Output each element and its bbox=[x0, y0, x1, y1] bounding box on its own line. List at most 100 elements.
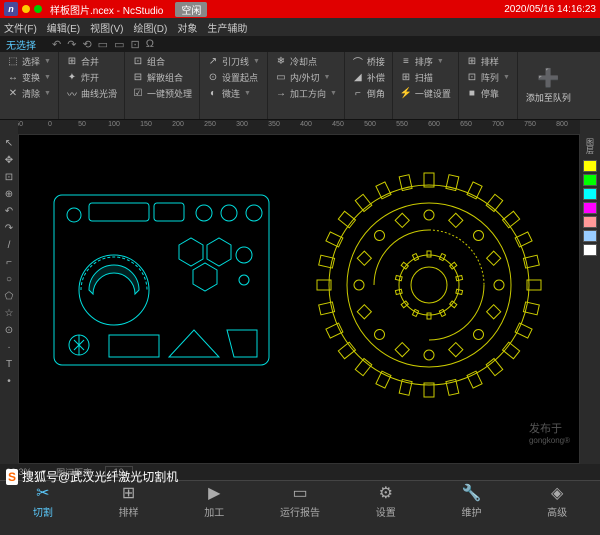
tool-⊕[interactable]: ⊕ bbox=[2, 187, 16, 201]
tool-⬠[interactable]: ⬠ bbox=[2, 289, 16, 303]
ribbon-加工方向[interactable]: →加工方向▼ bbox=[272, 86, 340, 101]
btab-icon: ◈ bbox=[551, 483, 563, 503]
ribbon-label: 阵列 bbox=[481, 71, 499, 84]
ribbon-炸开[interactable]: ✦炸开 bbox=[63, 70, 120, 85]
tool-✥[interactable]: ✥ bbox=[2, 153, 16, 167]
qi5-icon[interactable]: ▭ bbox=[114, 38, 124, 51]
qi3-icon[interactable]: ⟲ bbox=[82, 38, 91, 51]
watermark2-text: 发布于 bbox=[529, 420, 570, 436]
layer-swatch[interactable] bbox=[583, 188, 597, 200]
ribbon-一键设置[interactable]: ⚡一键设置 bbox=[397, 86, 454, 101]
dropdown-icon[interactable]: ▼ bbox=[44, 90, 51, 97]
ribbon-清除[interactable]: ✕清除▼ bbox=[4, 86, 54, 101]
dropdown-icon[interactable]: ▼ bbox=[44, 74, 51, 81]
menu-edit[interactable]: 编辑(E) bbox=[47, 20, 80, 35]
ribbon-icon: ⊞ bbox=[66, 56, 78, 68]
tool-/[interactable]: / bbox=[2, 238, 16, 252]
qi7-icon[interactable]: Ω bbox=[146, 38, 154, 51]
menu-object[interactable]: 对象 bbox=[177, 20, 197, 35]
menu-production[interactable]: 生产辅助 bbox=[207, 20, 247, 35]
bottom-tab-加工[interactable]: ▶加工 bbox=[171, 483, 257, 519]
dropdown-icon[interactable]: ▼ bbox=[503, 74, 510, 81]
ribbon-排样[interactable]: ⊞排样 bbox=[463, 54, 513, 69]
dropdown-icon[interactable]: ▼ bbox=[323, 74, 330, 81]
ribbon-冷却点[interactable]: ❄冷却点 bbox=[272, 54, 340, 69]
bottom-tab-切割[interactable]: ✂切割 bbox=[0, 483, 86, 519]
ribbon-tab[interactable]: 无选择 bbox=[6, 37, 36, 52]
dropdown-icon[interactable]: ▼ bbox=[44, 58, 51, 65]
ribbon-引刀线[interactable]: ↗引刀线▼ bbox=[204, 54, 263, 69]
ribbon-组合[interactable]: ⊡组合 bbox=[129, 54, 195, 69]
ribbon-label: 合并 bbox=[81, 55, 99, 68]
qi4-icon[interactable]: ▭ bbox=[98, 38, 108, 51]
undo-icon[interactable]: ↶ bbox=[52, 38, 61, 51]
ribbon-选择[interactable]: ⬚选择▼ bbox=[4, 54, 54, 69]
ribbon-排序[interactable]: ≡排序▼ bbox=[397, 54, 454, 69]
ribbon-label: 扫描 bbox=[415, 71, 433, 84]
bottom-tab-高级[interactable]: ◈高级 bbox=[514, 483, 600, 519]
ribbon-停靠[interactable]: ■停靠 bbox=[463, 86, 513, 101]
tool-·[interactable]: · bbox=[2, 340, 16, 354]
ribbon-内/外切[interactable]: ▭内/外切▼ bbox=[272, 70, 340, 85]
canvas[interactable] bbox=[18, 134, 580, 464]
ruler-tick: 650 bbox=[460, 121, 472, 128]
ribbon-label: 倒角 bbox=[367, 87, 385, 100]
dropdown-icon[interactable]: ▼ bbox=[253, 58, 260, 65]
menu-file[interactable]: 文件(F) bbox=[4, 20, 37, 35]
ribbon-桥接[interactable]: ⌒桥接 bbox=[349, 54, 388, 69]
tool-↶[interactable]: ↶ bbox=[2, 204, 16, 218]
tool-T[interactable]: T bbox=[2, 357, 16, 371]
ribbon-阵列[interactable]: ⊡阵列▼ bbox=[463, 70, 513, 85]
bottom-tab-设置[interactable]: ⚙设置 bbox=[343, 483, 429, 519]
watermark-sohu: S 搜狐号@武汉光纤激光切割机 bbox=[6, 468, 178, 485]
traffic-green-icon[interactable] bbox=[34, 5, 42, 13]
traffic-yellow-icon[interactable] bbox=[22, 5, 30, 13]
dropdown-icon[interactable]: ▼ bbox=[437, 58, 444, 65]
ruler-tick: 600 bbox=[428, 121, 440, 128]
tool-⊡[interactable]: ⊡ bbox=[2, 170, 16, 184]
bottom-tab-排样[interactable]: ⊞排样 bbox=[86, 483, 172, 519]
add-queue-icon: ➕ bbox=[537, 68, 559, 89]
tool-⌐[interactable]: ⌐ bbox=[2, 255, 16, 269]
bottom-tab-维护[interactable]: 🔧维护 bbox=[429, 483, 515, 519]
menu-draw[interactable]: 绘图(D) bbox=[133, 20, 167, 35]
ribbon-合并[interactable]: ⊞合并 bbox=[63, 54, 120, 69]
btab-icon: ⚙ bbox=[379, 483, 393, 503]
redo-icon[interactable]: ↷ bbox=[67, 38, 76, 51]
ribbon-设置起点[interactable]: ⊙设置起点 bbox=[204, 70, 263, 85]
layer-swatch[interactable] bbox=[583, 230, 597, 242]
qi6-icon[interactable]: ⊡ bbox=[130, 38, 139, 51]
tool-○[interactable]: ○ bbox=[2, 272, 16, 286]
ribbon-补偿[interactable]: ◢补偿 bbox=[349, 70, 388, 85]
ribbon-倒角[interactable]: ⌐倒角 bbox=[349, 86, 388, 101]
dropdown-icon[interactable]: ▼ bbox=[330, 90, 337, 97]
sohu-logo-icon: S bbox=[6, 469, 18, 485]
tool-↷[interactable]: ↷ bbox=[2, 221, 16, 235]
main-area: ↖ ✥ ⊡ ⊕ ↶ ↷ / ⌐ ○ ⬠ ☆ ⊙ · T • bbox=[0, 134, 600, 464]
ribbon-解散组合[interactable]: ⊟解散组合 bbox=[129, 70, 195, 85]
layer-swatch[interactable] bbox=[583, 160, 597, 172]
ribbon-一键预处理[interactable]: ☑一键预处理 bbox=[129, 86, 195, 101]
ribbon-扫描[interactable]: ⊞扫描 bbox=[397, 70, 454, 85]
layer-swatch[interactable] bbox=[583, 216, 597, 228]
tool-•[interactable]: • bbox=[2, 374, 16, 388]
tool-↖[interactable]: ↖ bbox=[2, 136, 16, 150]
layer-swatch[interactable] bbox=[583, 244, 597, 256]
ribbon-label: 停靠 bbox=[481, 87, 499, 100]
ruler-tick: -50 bbox=[18, 121, 23, 128]
layer-swatch[interactable] bbox=[583, 174, 597, 186]
ruler-tick: 400 bbox=[300, 121, 312, 128]
ribbon-header: 无选择 ↶ ↷ ⟲ ▭ ▭ ⊡ Ω bbox=[0, 36, 600, 52]
tool-⊙[interactable]: ⊙ bbox=[2, 323, 16, 337]
ribbon-变换[interactable]: ↔变换▼ bbox=[4, 70, 54, 85]
layer-swatch[interactable] bbox=[583, 202, 597, 214]
ribbon-微连[interactable]: ◐微连▼ bbox=[204, 86, 263, 101]
dropdown-icon[interactable]: ▼ bbox=[244, 90, 251, 97]
ribbon-icon: ⊟ bbox=[132, 72, 144, 84]
tool-☆[interactable]: ☆ bbox=[2, 306, 16, 320]
ribbon-icon: ⌒ bbox=[352, 56, 364, 68]
add-to-queue-button[interactable]: ➕添加至队列 bbox=[518, 52, 579, 119]
bottom-tab-运行报告[interactable]: ▭运行报告 bbox=[257, 483, 343, 519]
menu-view[interactable]: 视图(V) bbox=[90, 20, 123, 35]
ribbon-曲线光滑[interactable]: 〰曲线光滑 bbox=[63, 86, 120, 101]
